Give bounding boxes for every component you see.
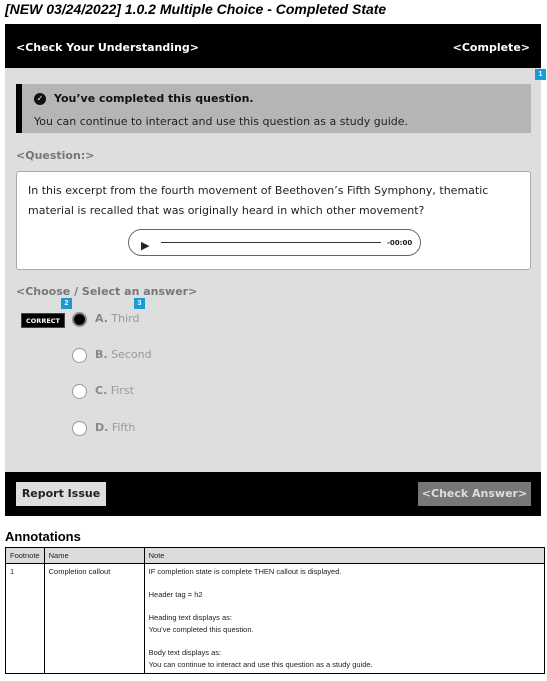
question-box: In this excerpt from the fourth movement… <box>16 171 531 270</box>
table-header-row: Footnote Name Note <box>5 547 546 564</box>
footnote-badge-2: 2 <box>61 298 72 309</box>
check-answer-button[interactable]: <Check Answer> <box>418 482 531 506</box>
option-text: Third <box>111 312 140 325</box>
answer-option-d[interactable]: D. Fifth <box>5 419 305 439</box>
cell-name: Completion callout <box>43 563 145 674</box>
audio-time: -00:00 <box>387 239 413 247</box>
completion-status: <Complete> <box>452 41 530 54</box>
note-line: You've completed this question. <box>148 625 254 634</box>
option-text: First <box>110 384 134 397</box>
note-line: IF completion state is complete THEN cal… <box>148 567 342 576</box>
answer-option-c[interactable]: C. First <box>5 382 305 402</box>
question-label: <Question:> <box>16 149 95 162</box>
audio-progress-bar[interactable] <box>161 242 381 243</box>
completion-callout: ✓ You’ve completed this question. You can… <box>16 84 531 133</box>
radio[interactable] <box>72 421 87 436</box>
note-line: Header tag = h2 <box>148 590 203 599</box>
callout-body: You can continue to interact and use thi… <box>34 115 409 128</box>
page-title: [NEW 03/24/2022] 1.0.2 Multiple Choice -… <box>5 1 387 17</box>
radio[interactable] <box>72 384 87 399</box>
annotations-heading: Annotations <box>5 529 81 544</box>
option-letter: D. <box>95 421 109 434</box>
note-line: You can continue to interact and use thi… <box>148 660 373 669</box>
play-icon[interactable]: ▶ <box>141 236 149 256</box>
answers-label: <Choose / Select an answer> <box>16 285 198 298</box>
note-line: Heading text displays as: <box>148 613 232 622</box>
widget-footer: Report Issue <Check Answer> <box>5 472 541 516</box>
table-row: 1 Completion callout IF completion state… <box>5 563 546 674</box>
option-letter: A. <box>95 312 108 325</box>
option-text: Fifth <box>111 421 136 434</box>
radio-selected[interactable] <box>72 312 87 327</box>
col-name: Name <box>43 547 145 564</box>
col-footnote: Footnote <box>5 547 45 564</box>
option-letter: B. <box>95 348 108 361</box>
check-circle-icon: ✓ <box>34 92 46 105</box>
audio-player: ▶ -00:00 <box>128 229 421 256</box>
footnote-badge-3: 3 <box>134 298 145 309</box>
cell-footnote: 1 <box>5 563 45 674</box>
annotations-table: Footnote Name Note 1 Completion callout … <box>5 547 546 674</box>
header-title: <Check Your Understanding> <box>16 41 199 54</box>
question-widget: <Check Your Understanding> <Complete> 1 … <box>5 24 546 516</box>
question-text: In this excerpt from the fourth movement… <box>28 184 489 217</box>
col-note: Note <box>143 547 546 564</box>
radio[interactable] <box>72 348 87 363</box>
widget-header: <Check Your Understanding> <Complete> <box>5 24 541 68</box>
footnote-badge-1: 1 <box>535 69 546 80</box>
answer-option-b[interactable]: B. Second <box>5 346 305 366</box>
report-issue-button[interactable]: Report Issue <box>16 482 106 506</box>
answer-option-a[interactable]: A. Third <box>5 310 305 330</box>
callout-heading: You’ve completed this question. <box>54 92 254 105</box>
cell-note: IF completion state is complete THEN cal… <box>143 563 546 674</box>
note-line: Body text displays as: <box>148 648 222 657</box>
option-text: Second <box>111 348 152 361</box>
option-letter: C. <box>95 384 108 397</box>
